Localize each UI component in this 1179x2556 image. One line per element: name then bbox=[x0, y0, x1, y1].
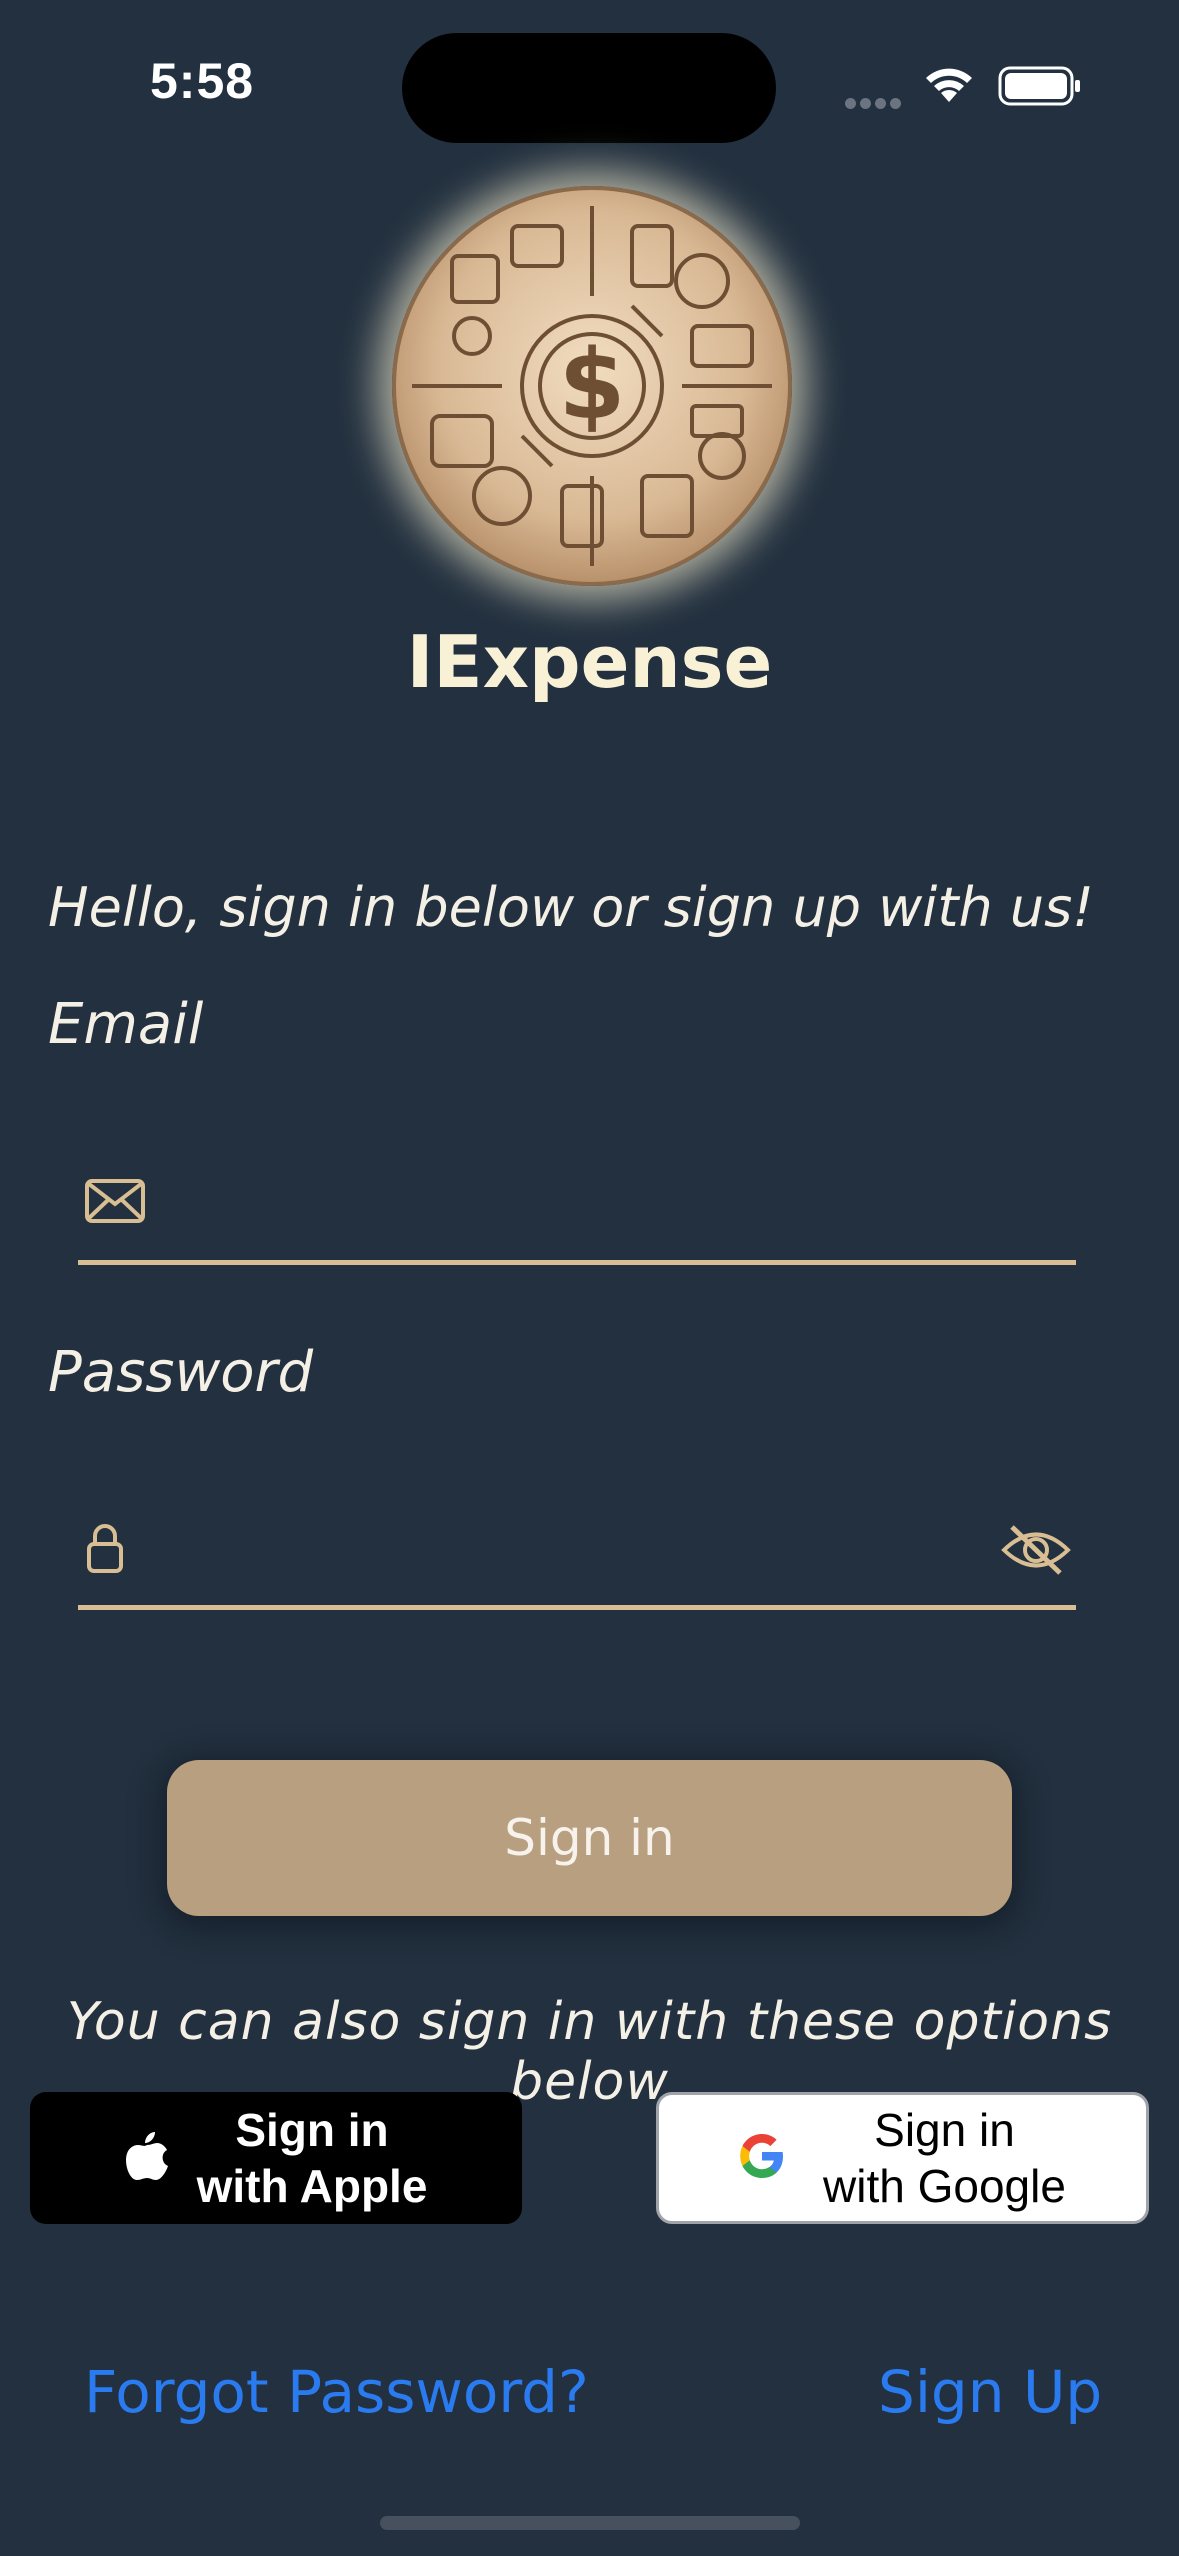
password-label: Password bbox=[48, 1340, 314, 1405]
google-button-label: Sign in with Google bbox=[823, 2104, 1066, 2212]
sign-in-button[interactable]: Sign in bbox=[167, 1760, 1012, 1916]
battery-icon bbox=[998, 66, 1082, 110]
dynamic-island bbox=[402, 33, 776, 143]
lock-icon bbox=[86, 1522, 124, 1578]
svg-text:$: $ bbox=[559, 329, 626, 441]
apple-icon bbox=[125, 2130, 169, 2186]
greeting-text: Hello, sign in below or sign up with us! bbox=[48, 876, 1094, 939]
email-field[interactable] bbox=[78, 1160, 1076, 1265]
email-label: Email bbox=[48, 992, 204, 1057]
home-indicator[interactable] bbox=[380, 2516, 800, 2530]
google-icon bbox=[739, 2133, 785, 2183]
sign-up-link[interactable]: Sign Up bbox=[878, 2358, 1102, 2426]
password-field[interactable] bbox=[78, 1505, 1076, 1610]
wifi-icon bbox=[922, 62, 976, 108]
sign-in-with-google-button[interactable]: Sign in with Google bbox=[656, 2092, 1149, 2224]
mail-icon bbox=[84, 1178, 146, 1228]
sign-in-button-label: Sign in bbox=[504, 1809, 675, 1867]
eye-slash-icon[interactable] bbox=[1000, 1523, 1072, 1581]
cellular-signal-icon bbox=[845, 94, 905, 109]
email-input[interactable] bbox=[178, 1178, 962, 1244]
app-title: IExpense bbox=[406, 620, 773, 704]
password-input[interactable] bbox=[178, 1523, 962, 1589]
sign-in-with-apple-button[interactable]: Sign in with Apple bbox=[30, 2092, 522, 2224]
apple-button-label: Sign in with Apple bbox=[196, 2104, 428, 2212]
status-time: 5:58 bbox=[150, 53, 255, 109]
coin-logo-icon: $ bbox=[392, 186, 792, 586]
forgot-password-link[interactable]: Forgot Password? bbox=[84, 2358, 589, 2426]
app-logo: $ bbox=[392, 186, 792, 586]
